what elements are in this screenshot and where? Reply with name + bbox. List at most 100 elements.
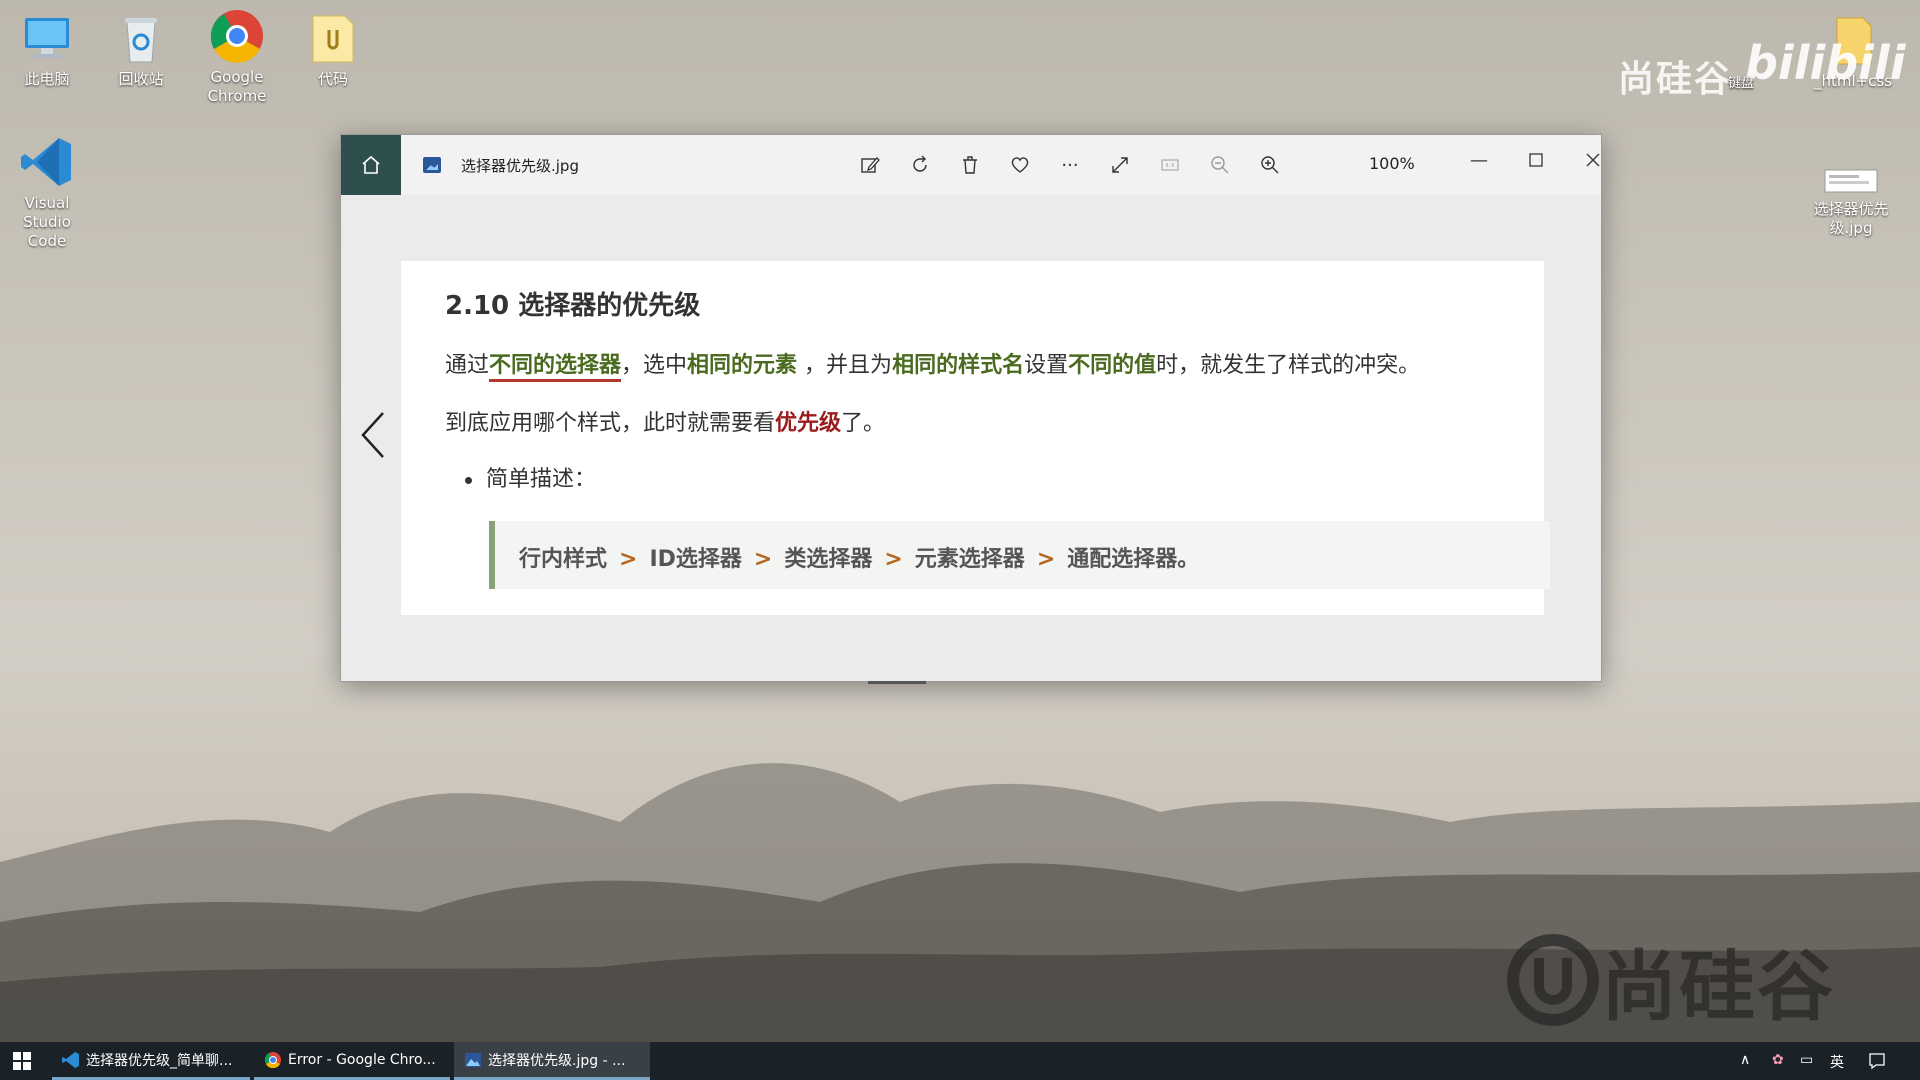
zoom-in-button[interactable]	[1255, 150, 1285, 180]
favorite-icon	[1011, 157, 1029, 173]
highlight-text: 优先级	[775, 411, 842, 436]
text-run: 时，就发生了样式的冲突。	[1156, 353, 1421, 378]
notification-icon[interactable]	[1868, 1052, 1886, 1074]
desktop-icon-image-file[interactable]: 选择器优先 级.jpg	[1806, 168, 1896, 238]
desktop-icon-label-line2: Studio Code	[23, 213, 71, 250]
watermark-small-label: 键盘	[1728, 76, 1755, 91]
text-run: 到底应用哪个样式，此时就需要看	[445, 411, 776, 436]
text-run: ，并且为	[797, 353, 893, 378]
computer-icon	[19, 10, 75, 66]
tray-app-icon[interactable]: ✿	[1772, 1052, 1784, 1068]
filmstrip-handle[interactable]	[868, 681, 926, 684]
priority-item: 行内样式	[519, 547, 608, 572]
chrome-icon	[264, 1051, 281, 1068]
home-button[interactable]	[341, 135, 401, 195]
image-file-icon	[1823, 168, 1879, 196]
text-run: ，选中	[621, 353, 688, 378]
priority-item: 元素选择器	[914, 547, 1025, 572]
brand-logo-icon	[1507, 934, 1599, 1026]
close-icon	[1586, 153, 1600, 167]
close-button[interactable]	[1573, 145, 1613, 175]
image-file-icon	[423, 157, 441, 173]
desktop-icon-label: 回收站	[118, 70, 164, 88]
desktop-icon-label: 此电脑	[24, 70, 70, 88]
minimize-button[interactable]: —	[1459, 145, 1499, 175]
taskbar: 选择器优先级_简单聊... Error - Google Chro... 选择器…	[0, 1042, 1920, 1080]
zoom-out-icon	[1211, 156, 1229, 174]
ime-indicator[interactable]: 英	[1830, 1052, 1844, 1072]
vscode-icon	[62, 1051, 79, 1068]
desktop-icon-label-line1: Visual	[24, 194, 70, 212]
image-paragraph-1: 通过不同的选择器，选中相同的元素 ，并且为相同的样式名设置不同的值时，就发生了样…	[445, 347, 1421, 382]
priority-blockquote: 行内样式 > ID选择器 > 类选择器 > 元素选择器 > 通配选择器。	[489, 521, 1550, 589]
taskbar-item-photos[interactable]: 选择器优先级.jpg - ...	[454, 1042, 650, 1080]
taskbar-item-label: 选择器优先级_简单聊...	[86, 1052, 233, 1069]
image-heading: 2.10 选择器的优先级	[445, 291, 701, 321]
text-run: 设置	[1024, 353, 1069, 378]
displayed-image: 2.10 选择器的优先级 通过不同的选择器，选中相同的元素 ，并且为相同的样式名…	[401, 261, 1550, 615]
desktop-icon-this-pc[interactable]: 此电脑	[2, 10, 92, 89]
maximize-icon	[1529, 153, 1543, 167]
desktop-icon-code-folder[interactable]: 代码	[288, 10, 378, 89]
desktop-icon-vscode[interactable]: Visual Studio Code	[2, 134, 92, 251]
fullscreen-button[interactable]	[1105, 150, 1135, 180]
battery-icon[interactable]: ▭	[1800, 1052, 1813, 1068]
text-run: 通过	[445, 353, 490, 378]
desktop-icon-label: 代码	[317, 70, 348, 88]
priority-chain: 行内样式 > ID选择器 > 类选择器 > 元素选择器 > 通配选择器。	[519, 541, 1199, 573]
desktop-icon-label-line1: 选择器优先	[1813, 200, 1889, 218]
favorite-button[interactable]	[1005, 150, 1035, 180]
highlight-text: 不同的选择器	[489, 353, 622, 382]
bullet-dot	[465, 476, 472, 484]
tray-chevron-up-icon[interactable]: ∧	[1740, 1052, 1750, 1068]
watermark-bilibili: bilibili	[1745, 36, 1906, 90]
bullet-text: 简单描述：	[486, 467, 597, 492]
chevron-left-icon	[361, 412, 384, 458]
text-run: 了。	[841, 411, 886, 436]
minimize-icon: —	[1470, 149, 1488, 171]
home-icon	[362, 155, 380, 174]
highlight-text: 不同的值	[1068, 353, 1157, 378]
rotate-button[interactable]	[905, 150, 935, 180]
highlight-text: 相同的样式名	[892, 353, 1025, 378]
desktop-icon-chrome[interactable]: Google Chrome	[192, 8, 282, 106]
priority-item: 通配选择器。	[1067, 547, 1200, 572]
zoom-level: 100%	[1369, 154, 1415, 173]
image-paragraph-2: 到底应用哪个样式，此时就需要看优先级了。	[445, 405, 885, 437]
windows-icon	[13, 1052, 31, 1070]
separator: >	[884, 547, 903, 572]
recycle-bin-icon	[113, 10, 169, 66]
delete-icon	[963, 156, 977, 174]
zoom-in-icon	[1261, 156, 1279, 174]
separator: >	[619, 547, 638, 572]
start-button[interactable]	[0, 1042, 44, 1080]
actual-size-icon	[1161, 159, 1179, 171]
highlight-text: 相同的元素	[687, 353, 798, 378]
title-bar[interactable]: 选择器优先级.jpg ··· 100% —	[341, 135, 1601, 195]
photos-icon	[465, 1052, 481, 1067]
vscode-icon	[19, 134, 75, 190]
desktop-icon-recycle-bin[interactable]: 回收站	[96, 10, 186, 89]
actual-size-button[interactable]	[1155, 150, 1185, 180]
zoom-out-button[interactable]	[1205, 150, 1235, 180]
more-button[interactable]: ···	[1055, 150, 1085, 180]
desktop-icon-label-line2: 级.jpg	[1829, 219, 1873, 237]
priority-item: 类选择器	[784, 547, 873, 572]
edit-button[interactable]	[855, 150, 885, 180]
more-icon: ···	[1061, 154, 1079, 176]
photo-viewer-window[interactable]: 选择器优先级.jpg ··· 100% — 2.10 选择器的优先级 通过不同的…	[340, 134, 1602, 684]
delete-button[interactable]	[955, 150, 985, 180]
fullscreen-icon	[1112, 157, 1128, 173]
separator: >	[753, 547, 773, 572]
taskbar-item-label: Error - Google Chro...	[288, 1051, 436, 1068]
previous-image-button[interactable]	[359, 410, 389, 460]
priority-item: ID选择器	[649, 547, 742, 572]
taskbar-item-label: 选择器优先级.jpg - ...	[488, 1052, 626, 1069]
rotate-icon	[913, 155, 927, 172]
taskbar-item-chrome[interactable]: Error - Google Chro...	[254, 1042, 450, 1080]
watermark-brand-top: 尚硅谷	[1618, 59, 1733, 100]
maximize-button[interactable]	[1516, 145, 1556, 175]
watermark-brand-bottom: 尚硅谷	[1505, 925, 1835, 1035]
window-title: 选择器优先级.jpg	[461, 157, 579, 175]
taskbar-item-vscode[interactable]: 选择器优先级_简单聊...	[52, 1042, 250, 1080]
